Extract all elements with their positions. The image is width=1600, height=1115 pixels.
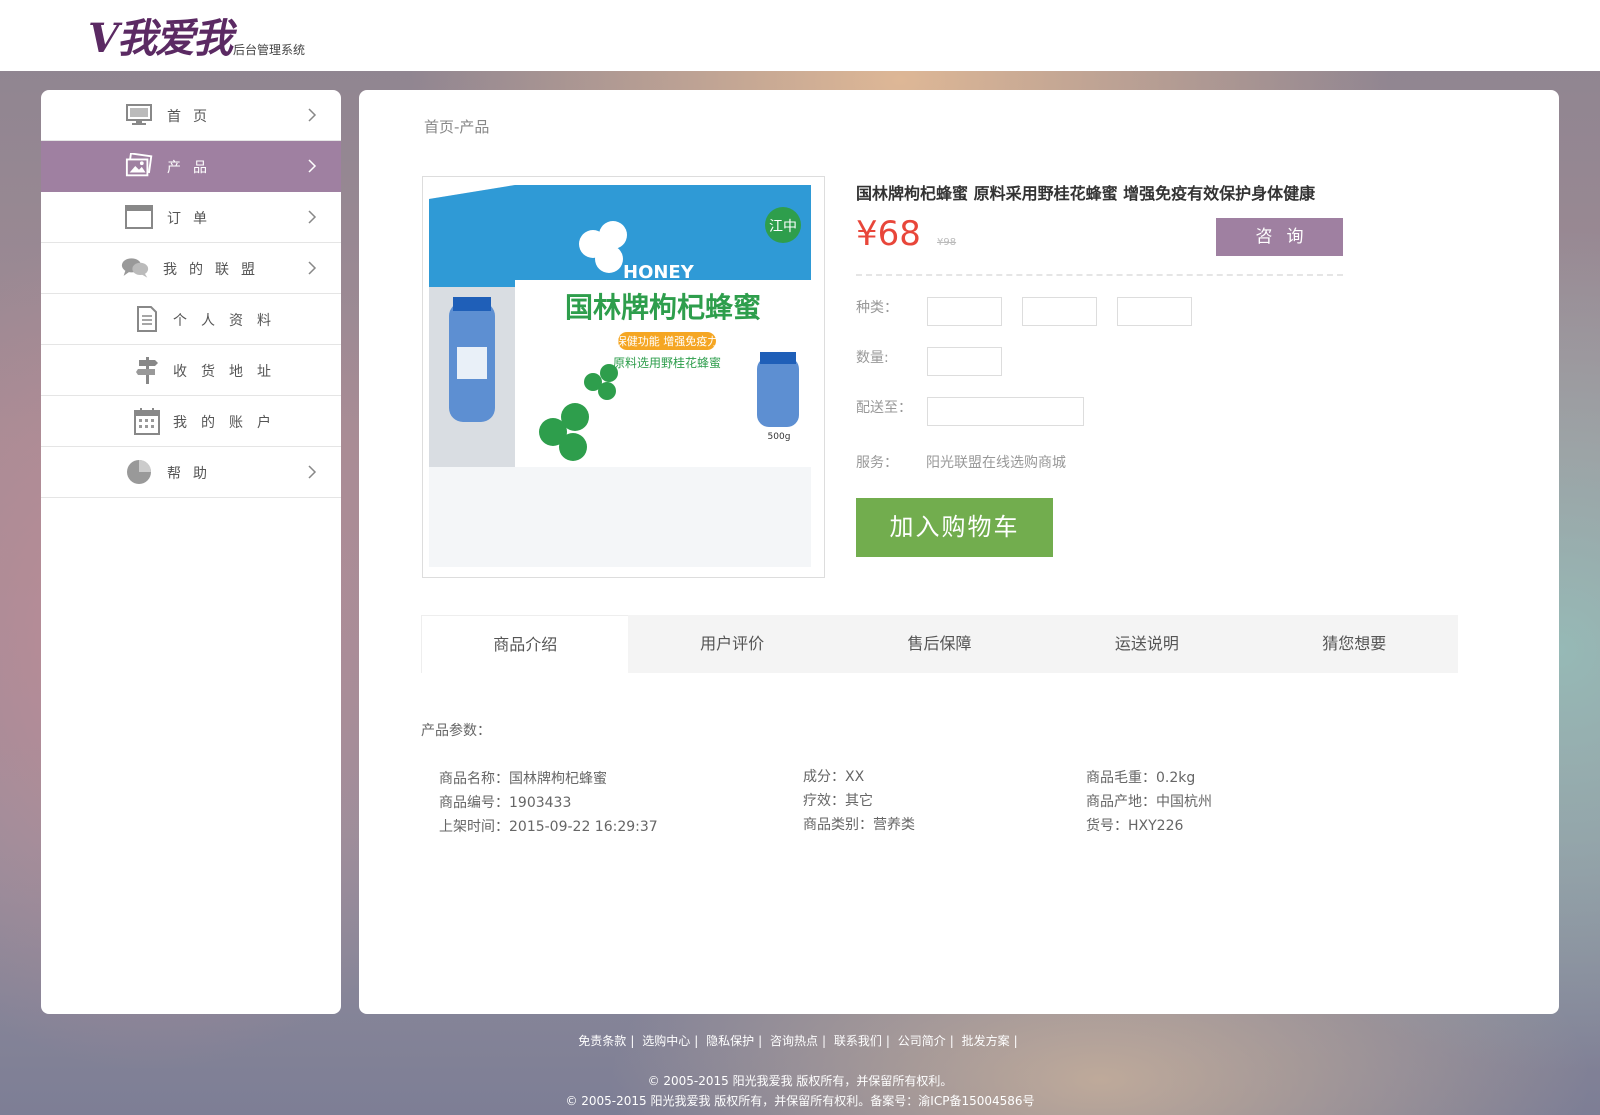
product-image[interactable]: 江中 HONEY 国林牌枸杞蜂蜜 保健功能 增强免疫力 原料选用野桂花蜂蜜 50… xyxy=(422,176,825,578)
box-name-text: 国林牌枸杞蜂蜜 xyxy=(565,291,761,324)
ship-to-label: 配送至： xyxy=(856,400,912,416)
footer-link-about[interactable]: 公司简介 xyxy=(898,1034,946,1048)
tab-suggestions[interactable]: 猜您想要 xyxy=(1251,615,1458,673)
window-icon xyxy=(125,204,153,230)
sidebar-item-label: 产品 xyxy=(167,160,219,176)
sidebar-item-account[interactable]: 我的账户 xyxy=(41,396,341,447)
logo-subtitle: 后台管理系统 xyxy=(233,43,306,57)
footer-link-shopping-center[interactable]: 选购中心 xyxy=(642,1034,690,1048)
divider xyxy=(856,274,1343,276)
logo-mark: V我爱我 xyxy=(88,15,233,62)
product-title: 国林牌枸杞蜂蜜 原料采用野桂花蜂蜜 增强免疫有效保护身体健康 xyxy=(856,184,1316,203)
header: V我爱我 后台管理系统 xyxy=(0,0,1600,71)
params-label: 产品参数： xyxy=(421,723,491,739)
quantity-label: 数量: xyxy=(856,350,889,366)
chat-icon xyxy=(121,255,149,281)
param-id: 商品编号：1903433 xyxy=(439,795,572,811)
box-tag-text: 保健功能 增强免疫力 xyxy=(616,334,719,348)
param-listed-time: 上架时间：2015-09-22 16:29:37 xyxy=(439,819,658,835)
sidebar-item-label: 个人资料 xyxy=(173,313,285,329)
param-category: 商品类别：营养类 xyxy=(803,817,915,833)
consult-button[interactable]: 咨询 xyxy=(1216,218,1343,256)
add-to-cart-button[interactable]: 加入购物车 xyxy=(856,498,1053,557)
main-panel: 首页-产品 江中 HONEY 国林牌枸杞蜂蜜 保健功能 增强免疫力 原料选用野桂… xyxy=(359,90,1559,1014)
product-tabs: 商品介绍 用户评价 售后保障 运送说明 猜您想要 xyxy=(421,615,1458,673)
monitor-icon xyxy=(125,102,153,128)
sidebar-item-label: 首页 xyxy=(167,109,219,125)
service-label: 服务： xyxy=(856,455,898,471)
param-sku: 货号：HXY226 xyxy=(1086,818,1184,834)
product-price: ¥68 xyxy=(856,214,921,254)
param-name: 商品名称：国林牌枸杞蜂蜜 xyxy=(439,771,607,787)
tab-reviews[interactable]: 用户评价 xyxy=(628,615,835,673)
sidebar-item-orders[interactable]: 订单 xyxy=(41,192,341,243)
box-weight-text: 500g xyxy=(768,432,791,442)
chevron-right-icon xyxy=(307,107,317,123)
pie-chart-icon xyxy=(125,459,153,485)
sidebar-item-profile[interactable]: 个人资料 xyxy=(41,294,341,345)
sidebar-item-label: 帮助 xyxy=(167,466,219,482)
kind-option-2[interactable] xyxy=(1022,297,1097,326)
kind-label: 种类： xyxy=(856,300,898,316)
image-icon xyxy=(125,153,153,179)
footer-link-disclaimer[interactable]: 免责条款 xyxy=(578,1034,626,1048)
param-origin: 商品产地：中国杭州 xyxy=(1086,794,1212,810)
sidebar-item-products[interactable]: 产品 xyxy=(41,141,341,192)
calendar-icon xyxy=(133,408,161,435)
document-icon xyxy=(133,306,161,332)
signpost-icon xyxy=(133,357,161,384)
footer-links: 免责条款 | 选购中心 | 隐私保护 | 咨询热点 | 联系我们 | 公司简介 | 批发方案… xyxy=(578,1034,1018,1048)
sidebar-item-label: 收货地址 xyxy=(173,364,285,380)
logo[interactable]: V我爱我 后台管理系统 xyxy=(88,10,305,64)
chevron-right-icon xyxy=(307,209,317,225)
sidebar-item-help[interactable]: 帮助 xyxy=(41,447,341,498)
tab-shipping[interactable]: 运送说明 xyxy=(1043,615,1250,673)
kind-option-3[interactable] xyxy=(1117,297,1192,326)
product-old-price: ¥98 xyxy=(937,237,957,248)
sidebar-item-label: 订单 xyxy=(167,211,219,227)
badge-text: 江中 xyxy=(769,219,797,235)
param-effect: 疗效：其它 xyxy=(803,793,873,809)
chevron-right-icon xyxy=(307,158,317,174)
param-weight: 商品毛重：0.2kg xyxy=(1086,770,1196,786)
brand-en-text: HONEY xyxy=(623,262,695,283)
sidebar-item-label: 我的联盟 xyxy=(163,262,267,278)
box-material-text: 原料选用野桂花蜂蜜 xyxy=(613,355,721,370)
footer-link-privacy[interactable]: 隐私保护 xyxy=(706,1034,754,1048)
chevron-right-icon xyxy=(307,260,317,276)
kind-option-1[interactable] xyxy=(927,297,1002,326)
footer-link-contact[interactable]: 联系我们 xyxy=(834,1034,882,1048)
service-value: 阳光联盟在线选购商城 xyxy=(926,455,1066,471)
tab-intro[interactable]: 商品介绍 xyxy=(421,615,629,673)
sidebar: 首页 产品 订单 我的联盟 个人资料 收货地址 我的账户 帮助 xyxy=(41,90,341,1014)
chevron-right-icon xyxy=(307,464,317,480)
footer-link-wholesale[interactable]: 批发方案 xyxy=(962,1034,1010,1048)
tab-after-sales[interactable]: 售后保障 xyxy=(836,615,1043,673)
sidebar-item-home[interactable]: 首页 xyxy=(41,90,341,141)
quantity-input[interactable] xyxy=(927,347,1002,376)
sidebar-item-address[interactable]: 收货地址 xyxy=(41,345,341,396)
ship-to-input[interactable] xyxy=(927,397,1084,426)
sidebar-item-label: 我的账户 xyxy=(173,415,285,431)
param-ingredient: 成分：XX xyxy=(803,769,865,785)
sidebar-item-alliance[interactable]: 我的联盟 xyxy=(41,243,341,294)
copyright-line-2: © 2005-2015 阳光我爱我 版权所有，并保留所有权利。备案号：渝ICP备… xyxy=(565,1094,1035,1108)
copyright-line-1: © 2005-2015 阳光我爱我 版权所有，并保留所有权利。 xyxy=(647,1074,953,1088)
breadcrumb: 首页-产品 xyxy=(424,118,490,136)
footer-link-hotline[interactable]: 咨询热点 xyxy=(770,1034,818,1048)
